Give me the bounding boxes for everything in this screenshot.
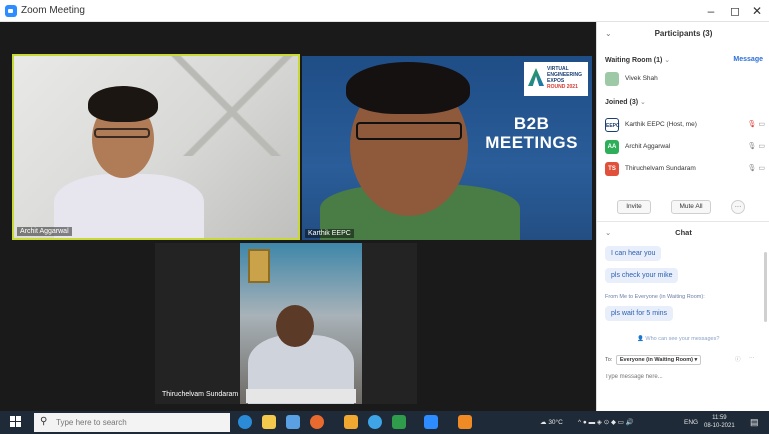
video-tile-karthik[interactable]: VIRTUAL ENGINEERING EXPOS ROUND 2021 B2B… (302, 56, 592, 240)
recipient-dropdown[interactable]: Everyone (in Waiting Room) ▾ (615, 355, 702, 365)
wall-decor (164, 56, 298, 156)
video-camera-icon[interactable]: ▭ (758, 143, 765, 150)
title-bar: Zoom Meeting – ◻ ✕ (0, 0, 769, 22)
glasses-icon (94, 128, 150, 138)
language-indicator[interactable]: ENG (684, 411, 698, 434)
participant-row-waiting[interactable]: Vivek Shah (605, 72, 765, 86)
participant-name-label: Archit Aggarwal (17, 227, 72, 236)
participant-name-label: Karthik EEPC (305, 229, 354, 238)
taskbar-search[interactable]: ⚲ (34, 413, 230, 432)
participants-header: ⌄ Participants (3) (597, 22, 769, 46)
chat-message-input[interactable] (605, 370, 763, 384)
video-tile-archit[interactable]: Archit Aggarwal (12, 54, 300, 240)
edge-icon[interactable] (238, 415, 252, 429)
windows-start-icon[interactable] (10, 416, 22, 428)
store-icon[interactable] (286, 415, 300, 429)
chat-message: pls wait for 5 mins (605, 306, 674, 321)
chat-recipient-row: To: Everyone (in Waiting Room) ▾ ⓘ ··· (605, 355, 755, 365)
wall-frame-decor (248, 249, 270, 283)
chevron-down-icon: ⌄ (640, 99, 646, 106)
firefox-icon[interactable] (310, 415, 324, 429)
invite-button[interactable]: Invite (617, 200, 651, 214)
app-icon[interactable] (458, 415, 472, 429)
maximize-button[interactable]: ◻ (724, 2, 746, 20)
person-body (54, 174, 204, 238)
more-icon[interactable]: ··· (749, 355, 755, 361)
close-button[interactable]: ✕ (746, 2, 768, 20)
system-tray-icons[interactable]: ^ ● ▬ ◈ ⊙ ◆ ▭ 🔊 (578, 411, 634, 434)
taskbar-search-input[interactable] (56, 416, 226, 429)
person-icon: 👤 (637, 336, 644, 342)
excel-icon[interactable] (392, 415, 406, 429)
zoom-app-icon (5, 5, 17, 17)
glasses-icon (356, 122, 462, 140)
collapse-chevron-icon[interactable]: ⌄ (605, 22, 612, 46)
taskbar-clock[interactable]: 11:59 08-10-2021 (704, 414, 735, 430)
participant-row-thiruchelvam[interactable]: TS Thiruchelvam Sundaram 🎙 ▭ (605, 162, 765, 176)
participant-name: Vivek Shah (625, 75, 658, 82)
avatar: AA (605, 140, 619, 154)
person-head (276, 305, 314, 347)
side-panel: ⌄ Participants (3) Waiting Room (1) ⌄ Me… (596, 22, 769, 411)
participant-row-archit[interactable]: AA Archit Aggarwal 🎙 ▭ (605, 140, 765, 154)
avatar: TS (605, 162, 619, 176)
chat-message: I can hear you (605, 246, 662, 261)
video-gallery: Archit Aggarwal VIRTUAL ENGINEERING EXPO… (0, 22, 596, 411)
video-camera-icon[interactable]: ▭ (758, 121, 765, 128)
weather-widget[interactable]: ☁ 30°C (540, 411, 563, 434)
message-waiting-room-link[interactable]: Message (733, 56, 763, 63)
laptop (246, 389, 356, 403)
person-hair (346, 62, 470, 114)
video-camera-icon[interactable]: ▭ (758, 165, 765, 172)
chat-sender-line: From Me to Everyone (in Waiting Room): (605, 294, 705, 300)
notification-icon[interactable]: ▤ (750, 411, 759, 434)
avatar (605, 72, 619, 86)
b2b-banner: B2B MEETINGS (485, 114, 578, 152)
search-icon: ⚲ (40, 416, 48, 427)
chrome-icon[interactable] (368, 415, 382, 429)
joined-label[interactable]: Joined (3) ⌄ (605, 98, 646, 106)
expo-logo-mark (528, 68, 544, 86)
mic-muted-icon[interactable]: 🎙 (748, 121, 757, 128)
file-icon[interactable]: ⓘ (735, 355, 741, 363)
more-options-button[interactable]: ··· (731, 200, 745, 214)
mute-all-button[interactable]: Mute All (671, 200, 711, 214)
mic-icon[interactable]: 🎙 (748, 165, 757, 172)
thiruchelvam-video-feed (240, 243, 362, 404)
windows-taskbar: ⚲ ☁ 30°C ^ ● ▬ ◈ ⊙ ◆ ▭ 🔊 ENG 11:59 08-10… (0, 411, 769, 434)
chat-header: ⌄ Chat (597, 224, 769, 242)
who-can-see-link[interactable]: 👤 Who can see your messages? (637, 336, 719, 342)
avatar: EEPC (605, 118, 620, 132)
chat-scrollbar[interactable] (764, 252, 767, 322)
file-explorer-icon[interactable] (262, 415, 276, 429)
window-title: Zoom Meeting (21, 5, 85, 16)
participant-name: Archit Aggarwal (625, 143, 671, 150)
mic-icon[interactable]: 🎙 (748, 143, 757, 150)
collapse-chevron-icon[interactable]: ⌄ (605, 224, 611, 242)
zoom-window: Zoom Meeting – ◻ ✕ Archit Aggarwal VIRTU… (0, 0, 769, 434)
zoom-taskbar-icon[interactable] (424, 415, 438, 429)
participant-name: Thiruchelvam Sundaram (625, 165, 696, 172)
expo-logo: VIRTUAL ENGINEERING EXPOS ROUND 2021 (524, 62, 588, 96)
waiting-room-label[interactable]: Waiting Room (1) ⌄ (605, 56, 670, 64)
person-hair (88, 86, 158, 122)
participant-row-host[interactable]: EEPC Karthik EEPC (Host, me) 🎙 ▭ (605, 118, 765, 132)
divider (597, 221, 769, 222)
chevron-down-icon: ⌄ (664, 57, 671, 64)
app-icon[interactable] (344, 415, 358, 429)
participant-name-label: Thiruchelvam Sundaram (162, 391, 239, 398)
chat-message: pls check your mike (605, 268, 679, 283)
minimize-button[interactable]: – (700, 2, 722, 20)
participant-name: Karthik EEPC (Host, me) (625, 121, 697, 128)
